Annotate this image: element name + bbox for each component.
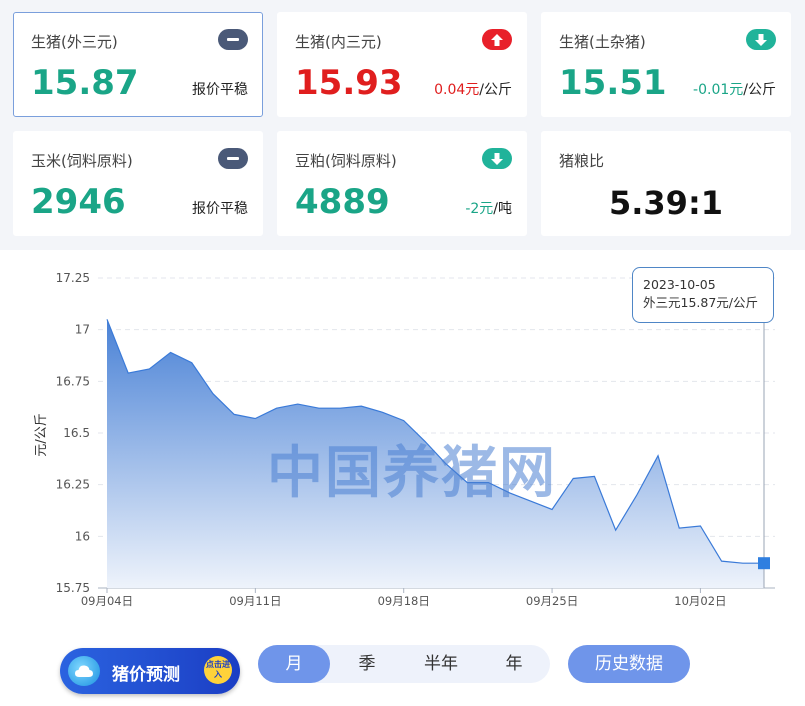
card-name: 猪粮比 xyxy=(559,152,605,170)
data-point xyxy=(148,368,150,370)
x-tick-label: 09月04日 xyxy=(81,594,133,608)
y-tick-label: 15.75 xyxy=(56,581,90,595)
change-unit: /公斤 xyxy=(479,82,512,98)
data-point xyxy=(614,529,616,531)
data-point xyxy=(678,527,680,529)
y-tick-label: 16.5 xyxy=(63,426,90,440)
card-name: 生猪(内三元) xyxy=(295,33,382,51)
data-point xyxy=(254,417,256,419)
data-point xyxy=(233,413,235,415)
up-arrow-icon xyxy=(482,29,512,50)
change-amount: -2元 xyxy=(465,201,494,217)
change-unit: /吨 xyxy=(493,201,512,217)
cloud-icon xyxy=(68,656,100,686)
data-point xyxy=(551,508,553,510)
data-point xyxy=(127,372,129,374)
period-tab-quarter[interactable]: 季 xyxy=(330,645,404,683)
down-arrow-icon xyxy=(746,29,776,50)
y-tick-label: 17 xyxy=(75,323,90,337)
y-tick-label: 16.25 xyxy=(56,478,90,492)
data-point xyxy=(424,440,426,442)
hog-grain-ratio-card: 猪粮比 5.39:1 xyxy=(541,131,791,236)
price-forecast-button[interactable]: 猪价预测 点击进入 xyxy=(60,648,240,694)
period-tab-year[interactable]: 年 xyxy=(478,645,550,683)
card-name: 生猪(外三元) xyxy=(31,33,118,51)
history-data-button[interactable]: 历史数据 xyxy=(568,645,690,683)
enter-badge: 点击进入 xyxy=(204,656,232,684)
y-tick-label: 16 xyxy=(75,529,90,543)
data-point xyxy=(636,494,638,496)
price-card-hog-outer[interactable]: 生猪(外三元) 15.87 报价平稳 xyxy=(13,12,263,117)
price-card-hog-inner[interactable]: 生猪(内三元) 15.93 0.04元/公斤 xyxy=(277,12,527,117)
data-point xyxy=(339,407,341,409)
data-point xyxy=(508,492,510,494)
card-name: 豆粕(饲料原料) xyxy=(295,152,397,170)
card-price: 4889 xyxy=(295,182,390,222)
price-card-hog-local[interactable]: 生猪(土杂猪) 15.51 -0.01元/公斤 xyxy=(541,12,791,117)
card-change: 报价平稳 xyxy=(192,201,248,217)
forecast-label: 猪价预测 xyxy=(112,665,180,685)
data-point xyxy=(593,475,595,477)
card-price: 15.93 xyxy=(295,63,403,103)
price-card-corn[interactable]: 玉米(饲料原料) 2946 报价平稳 xyxy=(13,131,263,236)
card-change: 0.04元/公斤 xyxy=(434,79,512,99)
chart-tooltip: 2023-10-05 外三元15.87元/公斤 xyxy=(632,267,774,323)
x-tick-label: 10月02日 xyxy=(674,594,726,608)
data-point xyxy=(699,525,701,527)
data-point xyxy=(742,562,744,564)
selected-point-marker xyxy=(758,557,770,570)
data-point xyxy=(360,405,362,407)
data-point xyxy=(318,407,320,409)
data-point xyxy=(530,500,532,502)
card-name: 玉米(饲料原料) xyxy=(31,152,133,170)
data-point xyxy=(466,481,468,483)
y-tick-label: 16.75 xyxy=(56,374,90,388)
card-change: -2元/吨 xyxy=(465,198,512,218)
ratio-value: 5.39:1 xyxy=(608,184,723,222)
data-point xyxy=(657,455,659,457)
card-change: 报价平稳 xyxy=(192,82,248,98)
card-change: -0.01元/公斤 xyxy=(693,79,776,99)
flat-trend-icon xyxy=(218,148,248,169)
period-tab-halfyear[interactable]: 半年 xyxy=(404,645,478,683)
period-tab-month[interactable]: 月 xyxy=(258,645,330,683)
watermark-text: 中国养猪网 xyxy=(267,441,557,506)
x-tick-label: 09月25日 xyxy=(526,594,578,608)
data-point xyxy=(169,351,171,353)
data-point xyxy=(445,463,447,465)
card-price: 2946 xyxy=(31,182,126,222)
x-tick-label: 09月18日 xyxy=(378,594,430,608)
change-amount: -0.01元 xyxy=(693,82,744,98)
price-card-soymeal[interactable]: 豆粕(饲料原料) 4889 -2元/吨 xyxy=(277,131,527,236)
change-unit: /公斤 xyxy=(743,82,776,98)
y-axis-label: 元/公斤 xyxy=(34,413,49,456)
y-tick-label: 17.25 xyxy=(56,271,90,285)
card-price: 15.87 xyxy=(31,63,139,103)
data-point xyxy=(212,393,214,395)
period-selector: 月 季 半年 年 xyxy=(258,645,550,683)
data-point xyxy=(487,481,489,483)
data-point xyxy=(191,362,193,364)
data-point xyxy=(381,411,383,413)
card-name: 生猪(土杂猪) xyxy=(559,33,646,51)
card-price: 15.51 xyxy=(559,63,667,103)
data-point xyxy=(403,419,405,421)
change-amount: 0.04元 xyxy=(434,82,480,98)
x-tick-label: 09月11日 xyxy=(229,594,281,608)
data-point xyxy=(275,407,277,409)
data-point xyxy=(106,318,108,320)
down-arrow-icon xyxy=(482,148,512,169)
data-point xyxy=(720,560,722,562)
tooltip-date: 2023-10-05 xyxy=(643,277,716,292)
data-point xyxy=(572,477,574,479)
flat-trend-icon xyxy=(218,29,248,50)
tooltip-value: 外三元15.87元/公斤 xyxy=(643,295,758,310)
data-point xyxy=(297,403,299,405)
